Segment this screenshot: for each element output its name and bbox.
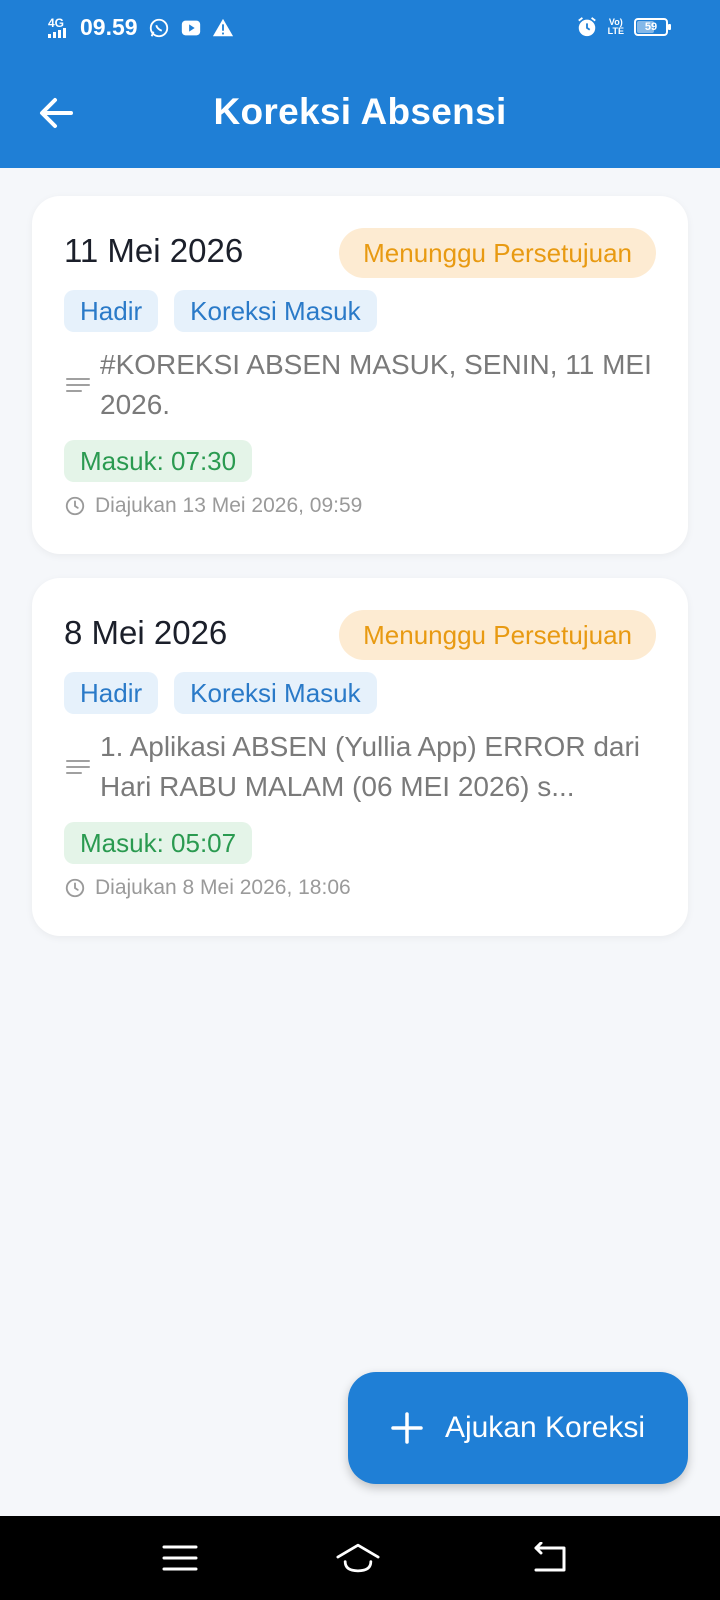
network-type-label: 4G [48, 15, 65, 30]
system-nav-bar [0, 1516, 720, 1600]
masuk-time-badge: Masuk: 05:07 [64, 822, 253, 864]
submitted-info: Diajukan 13 Mei 2026, 09:59 [64, 494, 362, 518]
submitted-info: Diajukan 8 Mei 2026, 18:06 [64, 876, 351, 900]
card-note: #KOREKSI ABSEN MASUK, SENIN, 11 MEI 2026… [100, 349, 652, 420]
page-title: Koreksi Absensi [213, 91, 507, 132]
tag-attendance: Hadir [64, 290, 159, 332]
signal-icon: 4G [48, 15, 70, 38]
tag-correction-type: Koreksi Masuk [174, 672, 377, 714]
submitted-text: Diajukan 13 Mei 2026, 09:59 [95, 494, 363, 517]
notes-icon [66, 760, 90, 774]
nav-back-button[interactable] [528, 1538, 572, 1578]
battery-level: 59 [644, 21, 658, 33]
card-note: 1. Aplikasi ABSEN (Yullia App) ERROR dar… [100, 731, 641, 802]
correction-card[interactable]: 11 Mei 2026 Menunggu Persetujuan Hadir K… [32, 196, 688, 554]
submit-correction-button[interactable]: Ajukan Koreksi [348, 1372, 688, 1484]
status-time: 09.59 [80, 14, 138, 40]
status-badge: Menunggu Persetujuan [339, 610, 656, 660]
nav-menu-button[interactable] [158, 1538, 202, 1578]
card-date: 11 Mei 2026 [64, 232, 244, 269]
tag-list: Hadir Koreksi Masuk [64, 672, 377, 714]
masuk-time-badge: Masuk: 07:30 [64, 440, 253, 482]
submitted-text: Diajukan 8 Mei 2026, 18:06 [95, 876, 351, 899]
alarm-icon [577, 17, 596, 37]
back-icon [534, 1542, 566, 1572]
tag-correction-type: Koreksi Masuk [174, 290, 377, 332]
volte-icon: Vo) LTE [608, 18, 624, 36]
card-date: 8 Mei 2026 [64, 614, 228, 651]
status-badge: Menunggu Persetujuan [339, 228, 656, 278]
plus-icon [391, 1412, 423, 1444]
status-bar-left: 4G 09.59 [48, 14, 234, 41]
nav-home-button[interactable] [336, 1538, 380, 1578]
whatsapp-icon [149, 18, 168, 37]
clock-icon [65, 878, 85, 898]
clock-icon [65, 496, 85, 516]
menu-icon [162, 1545, 198, 1571]
tag-attendance: Hadir [64, 672, 159, 714]
youtube-icon [181, 20, 200, 35]
status-bar-right: Vo) LTE 59 [576, 16, 671, 38]
volte-bottom: LTE [607, 26, 624, 36]
home-icon [336, 1543, 380, 1573]
notes-icon [66, 378, 90, 392]
warning-icon [212, 18, 233, 36]
status-bar: 4G 09.59 Vo) LTE 59 [0, 0, 720, 58]
tag-list: Hadir Koreksi Masuk [64, 290, 377, 332]
app-bar: Koreksi Absensi [0, 58, 720, 168]
correction-card[interactable]: 8 Mei 2026 Menunggu Persetujuan Hadir Ko… [32, 578, 688, 936]
battery-icon: 59 [634, 18, 671, 36]
fab-label: Ajukan Koreksi [444, 1411, 646, 1444]
